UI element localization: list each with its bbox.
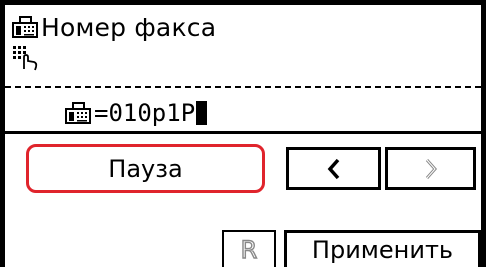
frame-border-right — [481, 0, 486, 267]
apply-button[interactable]: Применить — [284, 230, 481, 267]
header-separator — [5, 86, 481, 88]
cursor-left-button[interactable] — [286, 147, 381, 190]
pause-button[interactable]: Пауза — [26, 144, 265, 193]
input-divider — [5, 131, 481, 134]
fax-icon — [65, 102, 91, 124]
r-button[interactable]: R — [222, 230, 276, 267]
fax-number-value: 010p1P — [108, 99, 196, 127]
keypad-touch-icon — [13, 46, 38, 71]
text-cursor — [196, 101, 208, 125]
page-title-row: Номер факса — [12, 12, 216, 42]
fax-number-prefix: = — [94, 99, 109, 127]
cursor-right-button[interactable] — [385, 147, 476, 190]
fax-number-field[interactable]: = 010p1P — [64, 99, 208, 127]
pause-button-label: Пауза — [108, 154, 183, 183]
chevron-right-icon — [425, 158, 437, 179]
page-title: Номер факса — [41, 12, 217, 42]
frame-border-top — [0, 0, 486, 5]
chevron-left-icon — [327, 158, 339, 179]
fax-number-screen: Номер факса = 010p1P Пауза R Применить — [0, 0, 486, 267]
fax-icon — [12, 16, 38, 38]
r-button-label: R — [240, 235, 258, 264]
apply-button-label: Применить — [311, 236, 454, 264]
